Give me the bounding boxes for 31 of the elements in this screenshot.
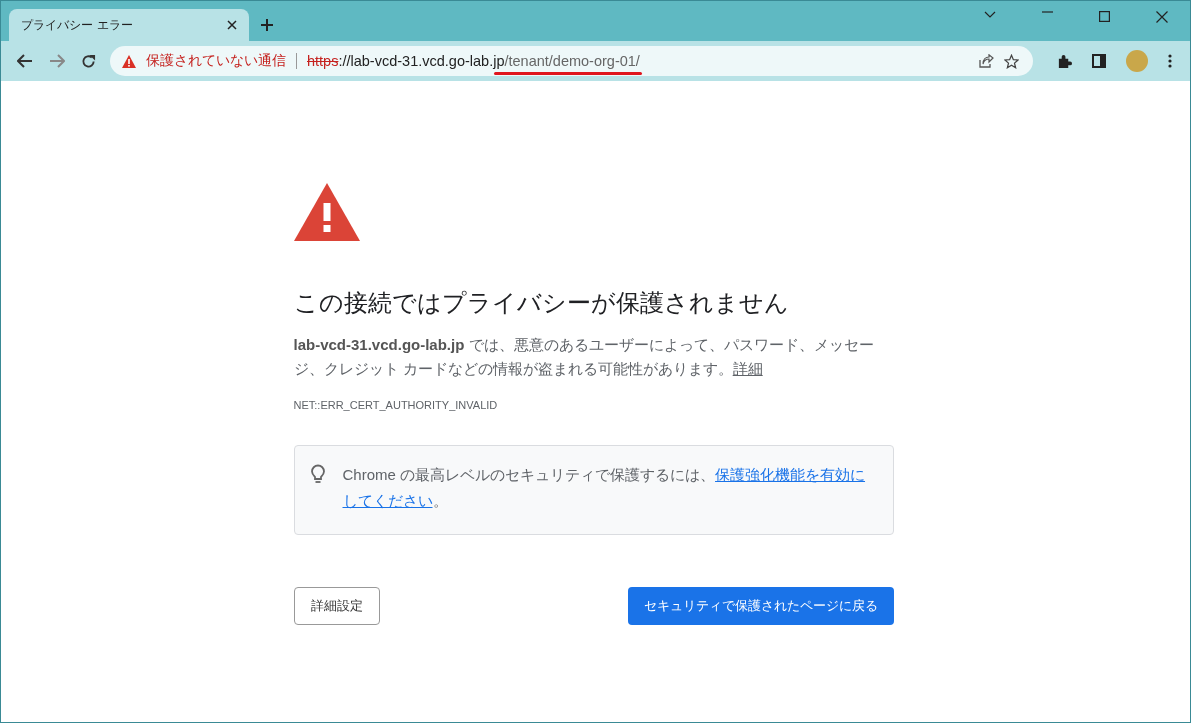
side-panel-icon[interactable] [1092,54,1106,68]
url-path: /tenant/demo-org-01/ [504,53,640,69]
warning-icon [293,183,360,241]
tip-text: Chrome の最高レベルのセキュリティで保護するには、保護強化機能を有効に してください。 [342,465,867,511]
lightbulb-icon [310,464,325,484]
url-scheme: https [307,53,339,69]
enhanced-protection-link[interactable]: してください [342,492,433,509]
new-tab-icon[interactable] [261,19,273,31]
url-host: ://lab-vcd-31.vcd.go-lab.jp [338,53,505,69]
warning-icon [122,54,136,68]
back-arrow-icon[interactable] [17,54,33,68]
star-icon[interactable] [1004,53,1019,69]
close-icon[interactable] [227,20,237,30]
browser-tab[interactable]: プライバシー エラー [9,9,249,41]
chevron-down-icon[interactable] [984,11,996,19]
close-icon[interactable] [1156,11,1168,23]
warning-message: lab-vcd-31.vcd.go-lab.jp では、悪意のあるユーザーによって、パスワード、メッセージ、クレジット カードなどの情報が盗まれる可能性があります。詳細 [293,335,875,379]
page-heading: この接続ではプライバシーが保護されません [293,288,790,318]
back-to-safety-button[interactable]: セキュリティで保護されたページに戻る [627,587,894,625]
security-label[interactable]: 保護されていない通信 [146,52,286,70]
advanced-button[interactable]: 詳細設定 [293,587,380,625]
share-icon[interactable] [979,54,994,68]
address-bar[interactable]: 保護されていない通信 https://lab-vcd-31.vcd.go-lab.jp/tenant/demo-org-01/ [110,46,1033,76]
menu-icon[interactable] [1168,54,1172,68]
maximize-icon[interactable] [1099,11,1110,22]
error-code: NET::ERR_CERT_AUTHORITY_INVALID [293,399,499,411]
enhanced-protection-link[interactable]: 保護強化機能を有効に [715,466,866,483]
forward-arrow-icon[interactable] [49,54,65,68]
reload-icon[interactable] [81,53,96,69]
puzzle-piece-icon[interactable] [1057,53,1072,69]
details-link[interactable]: 詳細 [732,360,763,377]
